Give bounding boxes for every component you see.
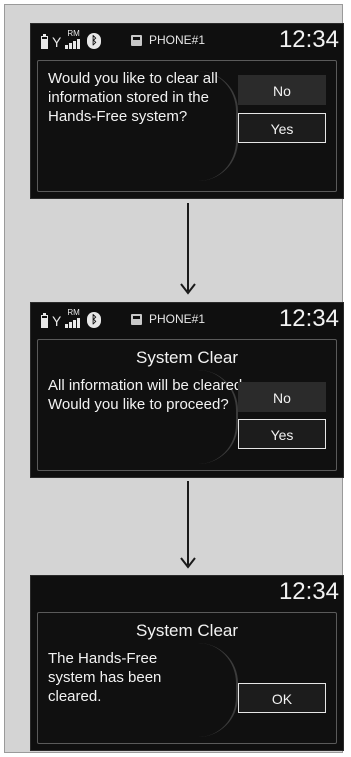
divider-curve [198, 643, 238, 737]
dialog-panel: System Clear The Hands-Free system has b… [37, 612, 337, 744]
no-button[interactable]: No [238, 75, 326, 105]
phone-icon [131, 35, 142, 46]
yes-button[interactable]: Yes [238, 113, 326, 143]
screen-confirm-clear: Y RM ᛒ PHONE#1 12:34 Would you like to c… [30, 23, 344, 199]
bluetooth-icon: ᛒ [87, 312, 102, 328]
screen-system-cleared: 12:34 System Clear The Hands-Free system… [30, 575, 344, 751]
clock: 12:34 [278, 578, 339, 605]
status-icons: Y RM ᛒ [41, 308, 102, 329]
dialog-message: The Hands-Free system has been cleared. [48, 650, 162, 705]
roaming-label: RM [67, 29, 80, 38]
no-button[interactable]: No [238, 382, 326, 412]
phone-label: PHONE#1 [149, 312, 206, 326]
battery-icon [41, 34, 48, 49]
dialog-message: Would you like to clear all information … [48, 70, 218, 125]
status-bar: 12:34 [31, 576, 343, 610]
roaming-label: RM [67, 308, 80, 317]
ok-button[interactable]: OK [238, 683, 326, 713]
manual-illustration-frame: Y RM ᛒ PHONE#1 12:34 Would you like to c… [4, 4, 344, 753]
signal-strength-icon: RM [63, 29, 83, 49]
status-bar: Y RM ᛒ PHONE#1 12:34 [31, 303, 343, 337]
bluetooth-icon: ᛒ [87, 33, 102, 49]
dialog-message: All information will be cleared. Would y… [48, 377, 247, 413]
clock: 12:34 [278, 26, 339, 53]
phone-icon [131, 314, 142, 325]
dialog-panel: System Clear All information will be cle… [37, 339, 337, 471]
signal-strength-icon: RM [63, 308, 83, 328]
antenna-icon: Y [52, 313, 62, 329]
antenna-icon: Y [52, 34, 62, 50]
screen-system-clear-confirm: Y RM ᛒ PHONE#1 12:34 System Clear All in… [30, 302, 344, 478]
arrow-down-icon [180, 481, 196, 569]
phone-label: PHONE#1 [149, 33, 206, 47]
clock: 12:34 [278, 305, 339, 332]
status-bar: Y RM ᛒ PHONE#1 12:34 [31, 24, 343, 58]
yes-button[interactable]: Yes [238, 419, 326, 449]
dialog-panel: Would you like to clear all information … [37, 60, 337, 192]
dialog-title: System Clear [135, 621, 239, 640]
arrow-down-icon [180, 203, 196, 295]
status-icons: Y RM ᛒ [41, 29, 102, 50]
dialog-title: System Clear [135, 348, 239, 367]
battery-icon [41, 313, 48, 328]
